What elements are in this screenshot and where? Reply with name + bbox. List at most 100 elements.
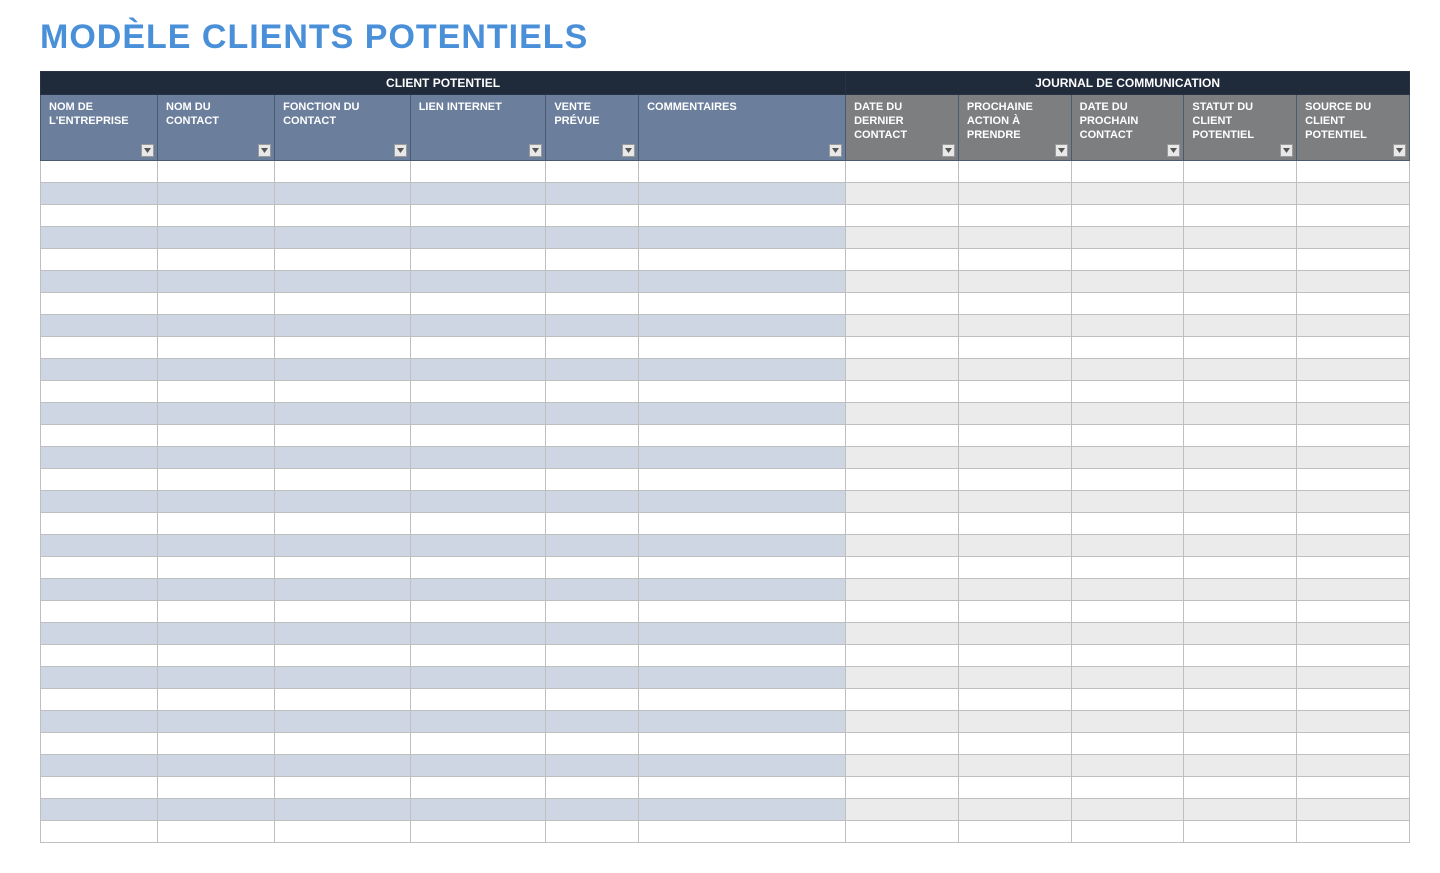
- cell-prochaine_action[interactable]: [958, 315, 1071, 337]
- cell-lien_internet[interactable]: [410, 271, 546, 293]
- filter-dropdown-icon[interactable]: [529, 144, 542, 157]
- cell-vente_prevue[interactable]: [546, 513, 639, 535]
- cell-lien_internet[interactable]: [410, 381, 546, 403]
- cell-vente_prevue[interactable]: [546, 645, 639, 667]
- cell-date_prochain_contact[interactable]: [1071, 249, 1184, 271]
- cell-nom_entreprise[interactable]: [41, 579, 158, 601]
- cell-nom_contact[interactable]: [158, 513, 275, 535]
- cell-date_dernier_contact[interactable]: [846, 799, 959, 821]
- cell-statut_client[interactable]: [1184, 469, 1297, 491]
- cell-prochaine_action[interactable]: [958, 249, 1071, 271]
- cell-statut_client[interactable]: [1184, 711, 1297, 733]
- cell-prochaine_action[interactable]: [958, 799, 1071, 821]
- cell-commentaires[interactable]: [639, 557, 846, 579]
- cell-vente_prevue[interactable]: [546, 821, 639, 843]
- cell-nom_contact[interactable]: [158, 623, 275, 645]
- cell-fonction_contact[interactable]: [275, 403, 411, 425]
- cell-source_client[interactable]: [1297, 227, 1410, 249]
- cell-date_prochain_contact[interactable]: [1071, 469, 1184, 491]
- filter-dropdown-icon[interactable]: [829, 144, 842, 157]
- cell-nom_entreprise[interactable]: [41, 469, 158, 491]
- cell-nom_contact[interactable]: [158, 359, 275, 381]
- cell-date_prochain_contact[interactable]: [1071, 821, 1184, 843]
- cell-statut_client[interactable]: [1184, 667, 1297, 689]
- cell-nom_contact[interactable]: [158, 557, 275, 579]
- column-header-date_dernier_contact[interactable]: DATE DU DERNIER CONTACT: [846, 95, 959, 161]
- cell-commentaires[interactable]: [639, 711, 846, 733]
- cell-prochaine_action[interactable]: [958, 821, 1071, 843]
- cell-vente_prevue[interactable]: [546, 777, 639, 799]
- cell-date_dernier_contact[interactable]: [846, 381, 959, 403]
- cell-fonction_contact[interactable]: [275, 755, 411, 777]
- cell-nom_contact[interactable]: [158, 579, 275, 601]
- cell-fonction_contact[interactable]: [275, 447, 411, 469]
- cell-nom_contact[interactable]: [158, 799, 275, 821]
- cell-date_prochain_contact[interactable]: [1071, 579, 1184, 601]
- cell-fonction_contact[interactable]: [275, 513, 411, 535]
- cell-prochaine_action[interactable]: [958, 601, 1071, 623]
- cell-nom_entreprise[interactable]: [41, 777, 158, 799]
- cell-lien_internet[interactable]: [410, 469, 546, 491]
- cell-nom_contact[interactable]: [158, 667, 275, 689]
- cell-nom_contact[interactable]: [158, 447, 275, 469]
- cell-commentaires[interactable]: [639, 579, 846, 601]
- cell-commentaires[interactable]: [639, 733, 846, 755]
- cell-nom_entreprise[interactable]: [41, 667, 158, 689]
- cell-source_client[interactable]: [1297, 271, 1410, 293]
- cell-nom_entreprise[interactable]: [41, 645, 158, 667]
- cell-date_prochain_contact[interactable]: [1071, 293, 1184, 315]
- cell-fonction_contact[interactable]: [275, 491, 411, 513]
- filter-dropdown-icon[interactable]: [394, 144, 407, 157]
- cell-date_prochain_contact[interactable]: [1071, 491, 1184, 513]
- cell-date_dernier_contact[interactable]: [846, 403, 959, 425]
- cell-prochaine_action[interactable]: [958, 623, 1071, 645]
- cell-date_dernier_contact[interactable]: [846, 271, 959, 293]
- cell-prochaine_action[interactable]: [958, 359, 1071, 381]
- cell-prochaine_action[interactable]: [958, 535, 1071, 557]
- cell-date_prochain_contact[interactable]: [1071, 425, 1184, 447]
- cell-fonction_contact[interactable]: [275, 535, 411, 557]
- cell-source_client[interactable]: [1297, 359, 1410, 381]
- cell-source_client[interactable]: [1297, 711, 1410, 733]
- cell-date_dernier_contact[interactable]: [846, 491, 959, 513]
- cell-lien_internet[interactable]: [410, 491, 546, 513]
- cell-vente_prevue[interactable]: [546, 425, 639, 447]
- cell-commentaires[interactable]: [639, 821, 846, 843]
- cell-source_client[interactable]: [1297, 623, 1410, 645]
- cell-lien_internet[interactable]: [410, 557, 546, 579]
- cell-date_prochain_contact[interactable]: [1071, 161, 1184, 183]
- column-header-nom_contact[interactable]: NOM DU CONTACT: [158, 95, 275, 161]
- cell-lien_internet[interactable]: [410, 183, 546, 205]
- cell-statut_client[interactable]: [1184, 821, 1297, 843]
- cell-vente_prevue[interactable]: [546, 557, 639, 579]
- cell-commentaires[interactable]: [639, 337, 846, 359]
- cell-source_client[interactable]: [1297, 799, 1410, 821]
- cell-fonction_contact[interactable]: [275, 183, 411, 205]
- cell-nom_entreprise[interactable]: [41, 381, 158, 403]
- column-header-date_prochain_contact[interactable]: DATE DU PROCHAIN CONTACT: [1071, 95, 1184, 161]
- cell-fonction_contact[interactable]: [275, 205, 411, 227]
- cell-commentaires[interactable]: [639, 513, 846, 535]
- cell-statut_client[interactable]: [1184, 161, 1297, 183]
- cell-date_prochain_contact[interactable]: [1071, 381, 1184, 403]
- cell-fonction_contact[interactable]: [275, 799, 411, 821]
- cell-vente_prevue[interactable]: [546, 579, 639, 601]
- column-header-nom_entreprise[interactable]: NOM DE L'ENTREPRISE: [41, 95, 158, 161]
- cell-nom_entreprise[interactable]: [41, 711, 158, 733]
- cell-date_dernier_contact[interactable]: [846, 733, 959, 755]
- column-header-statut_client[interactable]: STATUT DU CLIENT POTENTIEL: [1184, 95, 1297, 161]
- cell-lien_internet[interactable]: [410, 535, 546, 557]
- cell-source_client[interactable]: [1297, 161, 1410, 183]
- cell-prochaine_action[interactable]: [958, 403, 1071, 425]
- cell-statut_client[interactable]: [1184, 227, 1297, 249]
- cell-fonction_contact[interactable]: [275, 667, 411, 689]
- cell-vente_prevue[interactable]: [546, 381, 639, 403]
- cell-fonction_contact[interactable]: [275, 469, 411, 491]
- cell-nom_entreprise[interactable]: [41, 535, 158, 557]
- cell-nom_contact[interactable]: [158, 337, 275, 359]
- cell-fonction_contact[interactable]: [275, 711, 411, 733]
- cell-prochaine_action[interactable]: [958, 271, 1071, 293]
- cell-nom_contact[interactable]: [158, 293, 275, 315]
- cell-statut_client[interactable]: [1184, 777, 1297, 799]
- cell-lien_internet[interactable]: [410, 689, 546, 711]
